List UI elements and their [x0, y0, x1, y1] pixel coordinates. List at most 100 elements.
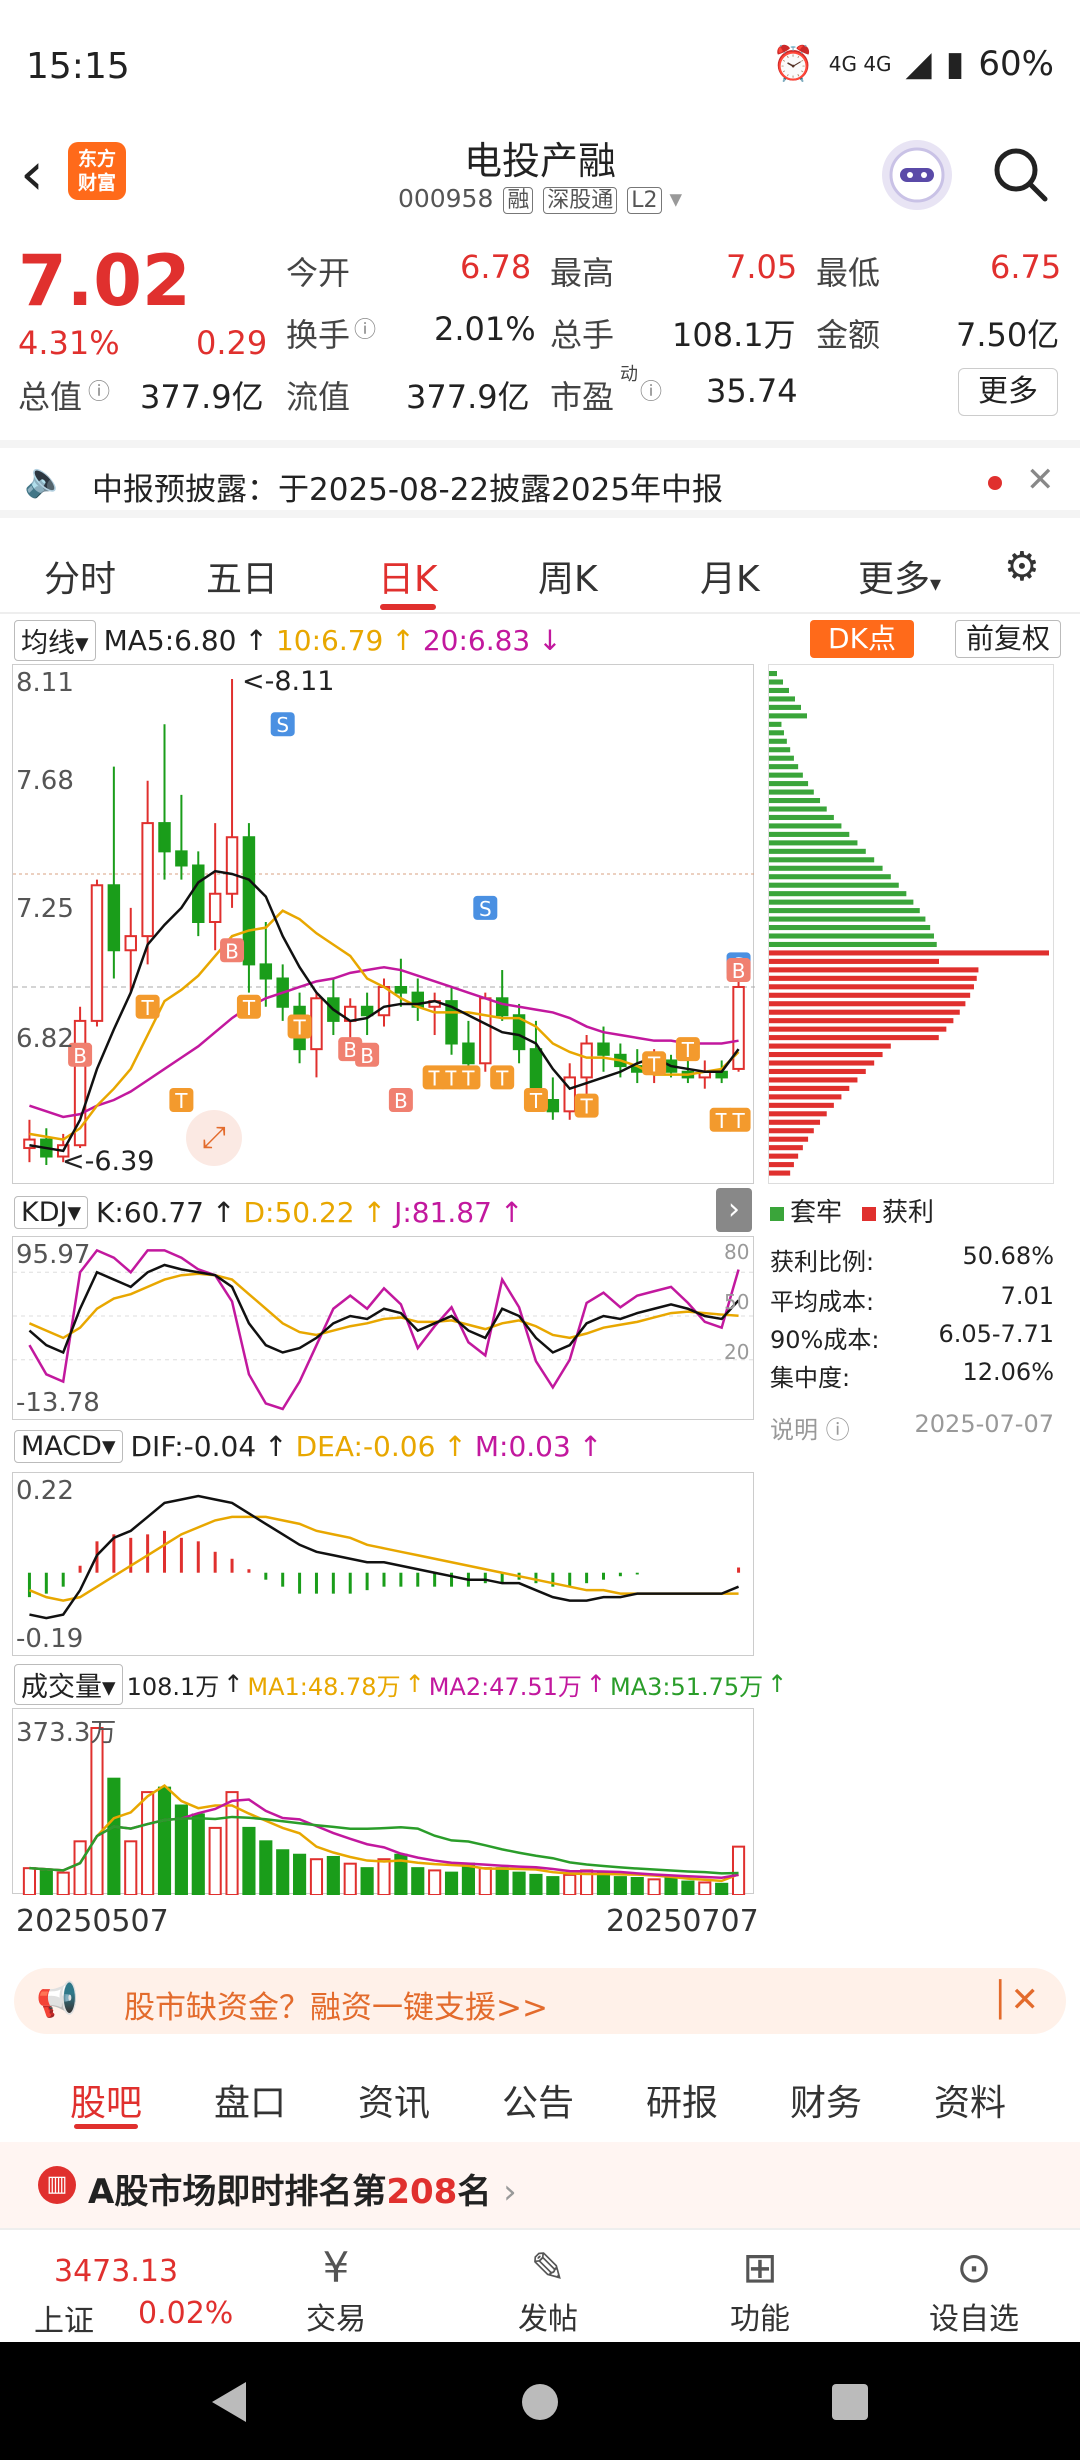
unread-dot: [988, 476, 1002, 490]
high-marker: <-8.11: [242, 666, 335, 697]
stock-header: ‹ 东方 财富 电投产融 000958 融 深股通 L2 ▾: [0, 130, 1080, 230]
nav-back-icon[interactable]: [212, 2382, 246, 2422]
tab-day-k[interactable]: 日K: [378, 550, 438, 602]
nav-home-icon[interactable]: [522, 2384, 558, 2420]
post-button[interactable]: ✎ 发帖: [488, 2242, 608, 2338]
tab-announcement[interactable]: 公告: [502, 2074, 574, 2126]
info-icon[interactable]: ⓘ: [640, 374, 662, 406]
macd-selector[interactable]: MACD▾: [14, 1429, 123, 1463]
add-watchlist-button[interactable]: ⊙ 设自选: [914, 2242, 1034, 2338]
function-button[interactable]: ⊞ 功能: [700, 2242, 820, 2338]
volume-bar: [681, 1880, 695, 1897]
period-tabs: 分时 五日 日K 周K 月K 更多▾ ⚙: [0, 530, 1080, 614]
index-name[interactable]: 上证: [34, 2296, 94, 2340]
volume-bar: [512, 1871, 526, 1896]
chip-date: 2025-07-07: [914, 1410, 1054, 1438]
open-label: 今开: [286, 254, 351, 292]
search-icon[interactable]: [990, 144, 1050, 204]
volume-bar: [563, 1873, 577, 1897]
volume-panel[interactable]: [12, 1708, 754, 1897]
volume-bar: [191, 1813, 205, 1896]
chip-panel: [768, 664, 1054, 1184]
ma5-value: MA5:6.80: [103, 623, 237, 657]
gear-icon[interactable]: ⚙: [1004, 544, 1040, 590]
stat-value: 50.68%: [962, 1242, 1054, 1270]
tab-fenshi[interactable]: 分时: [44, 550, 116, 602]
function-label: 功能: [730, 2302, 790, 2337]
chip-bar: [769, 1094, 842, 1100]
trade-label: 交易: [306, 2302, 366, 2337]
ad-text: 股市缺资金？融资一键支援>>: [124, 1990, 548, 2026]
arrow-up-icon: ↑: [264, 1429, 288, 1463]
close-icon[interactable]: │✕: [990, 1980, 1039, 2020]
volume-bar: [529, 1873, 543, 1897]
dk-point-button[interactable]: DK点: [810, 620, 914, 658]
volume-bar: [208, 1826, 222, 1896]
volume-bar: [546, 1876, 560, 1897]
ma-selector[interactable]: 均线▾: [14, 619, 96, 661]
chip-bar: [769, 772, 803, 778]
adjust-button[interactable]: 前复权: [955, 620, 1061, 658]
volume-bar: [141, 1791, 155, 1896]
margin-ad-banner[interactable]: 📢 股市缺资金？融资一键支援>> │✕: [14, 1968, 1066, 2034]
candle: [141, 822, 154, 938]
volume-bar: [107, 1777, 121, 1896]
kdj-panel[interactable]: [12, 1236, 755, 1420]
tab-news[interactable]: 资讯: [358, 2074, 430, 2126]
volume-selector[interactable]: 成交量▾: [14, 1663, 123, 1705]
notice-bar[interactable]: 🔈 中报预披露：于2025-08-22披露2025年中报 ✕: [0, 440, 1080, 518]
expand-icon[interactable]: ⤢: [186, 1110, 242, 1166]
chip-bar: [769, 1009, 960, 1015]
volume-y-top: 373.3万: [16, 1718, 117, 1748]
tab-finance[interactable]: 财务: [790, 2074, 862, 2126]
assistant-robot-icon[interactable]: [882, 140, 952, 210]
tab-more[interactable]: 更多▾: [858, 550, 941, 602]
chip-bar: [769, 755, 794, 761]
rank-bar[interactable]: ▥ A股市场即时排名第208名 ›: [0, 2142, 1080, 2228]
connect-tag: 深股通: [543, 187, 618, 214]
chip-bar: [769, 1111, 827, 1117]
chip-bar: [769, 781, 809, 787]
close-icon[interactable]: ✕: [1026, 460, 1055, 500]
t-marker-label: T: [174, 1089, 188, 1113]
tab-guba[interactable]: 股吧: [70, 2074, 142, 2126]
tab-profile[interactable]: 资料: [934, 2074, 1006, 2126]
status-bar: 15:15 ⏰ 4G 4G ◢ ▮ 60%: [0, 0, 1080, 130]
volume-chart: [22, 1726, 746, 1897]
chip-bar: [769, 798, 821, 804]
battery-icon: ▮: [945, 44, 965, 84]
tab-month-k[interactable]: 月K: [700, 550, 760, 602]
index-change[interactable]: 0.02%: [138, 2296, 233, 2331]
more-button[interactable]: 更多: [958, 368, 1058, 416]
arrow-up-icon: ↑: [211, 1195, 236, 1229]
chip-bar: [769, 1052, 883, 1058]
kdj-selector-label: KDJ: [21, 1196, 68, 1228]
ma-selector-label: 均线: [21, 627, 75, 659]
candle: [192, 864, 205, 923]
info-icon[interactable]: ⓘ: [88, 374, 110, 406]
chip-note-row[interactable]: 说明 ⓘ 2025-07-07: [770, 1410, 1054, 1445]
kdj-selector[interactable]: KDJ▾: [14, 1195, 89, 1229]
nav-recents-icon[interactable]: [832, 2384, 868, 2420]
macd-panel[interactable]: [12, 1472, 754, 1656]
tab-research[interactable]: 研报: [646, 2074, 718, 2126]
arrow-up-icon: ↑: [391, 623, 415, 657]
candle: [495, 997, 509, 1017]
index-value[interactable]: 3473.13: [54, 2254, 178, 2289]
tab-week-k[interactable]: 周K: [538, 550, 598, 602]
info-icon[interactable]: ⓘ: [354, 312, 376, 344]
dropdown-icon[interactable]: ▾: [669, 184, 682, 213]
kline-panel[interactable]: SSSBBBBBBTTTTTTTTTTTTTT: [12, 664, 755, 1184]
rank-text: A股市场即时排名第208名 ›: [88, 2164, 517, 2213]
chevron-down-icon: ▾: [930, 572, 942, 597]
volume-bar: [90, 1726, 104, 1896]
chip-bar: [769, 857, 875, 863]
trade-button[interactable]: ¥ 交易: [276, 2242, 396, 2338]
tab-five-day[interactable]: 五日: [206, 550, 278, 602]
arrow-up-icon: ↑: [767, 1670, 788, 1698]
chevron-right-icon[interactable]: ›: [716, 1188, 752, 1232]
macd-dea-line: [28, 1515, 739, 1602]
tab-pankou[interactable]: 盘口: [214, 2074, 286, 2126]
date-start: 20250507: [16, 1904, 169, 1939]
last-price: 7.02: [18, 240, 191, 322]
